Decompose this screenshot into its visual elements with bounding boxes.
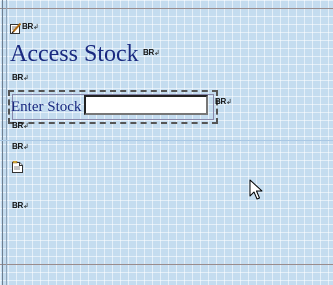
page-left-inner-border — [6, 0, 7, 285]
page-bottom-border — [0, 264, 333, 265]
br-text: BR — [143, 48, 154, 57]
br-text: BR — [215, 97, 226, 106]
document-icon[interactable] — [11, 161, 24, 174]
return-arrow-icon: ↲ — [22, 123, 29, 130]
line-break-marker: BR↲ — [215, 97, 232, 106]
page-title: Access Stock — [10, 41, 139, 67]
br-text: BR — [12, 142, 23, 151]
stock-label: Enter Stock — [11, 99, 82, 115]
edit-icon[interactable] — [10, 23, 21, 34]
return-arrow-icon: ↲ — [32, 24, 39, 31]
line-break-marker: BR↲ — [12, 201, 29, 210]
return-arrow-icon: ↲ — [22, 144, 29, 151]
line-break-marker: BR↲ — [12, 142, 29, 151]
page-left-border — [2, 0, 3, 285]
br-text: BR — [12, 73, 23, 82]
page-top-border — [0, 8, 333, 9]
br-text: BR — [22, 22, 33, 31]
line-break-marker: BR↲ — [12, 121, 29, 130]
stock-input[interactable] — [84, 95, 208, 115]
layout-guide-line — [0, 140, 333, 141]
line-break-marker: BR↲ — [12, 73, 29, 82]
return-arrow-icon: ↲ — [22, 203, 29, 210]
line-break-marker: BR↲ — [22, 22, 39, 31]
br-text: BR — [12, 121, 23, 130]
return-arrow-icon: ↲ — [153, 50, 160, 57]
return-arrow-icon: ↲ — [225, 99, 232, 106]
line-break-marker: BR↲ — [143, 48, 160, 57]
return-arrow-icon: ↲ — [22, 75, 29, 82]
br-text: BR — [12, 201, 23, 210]
mouse-pointer-icon — [249, 179, 263, 200]
